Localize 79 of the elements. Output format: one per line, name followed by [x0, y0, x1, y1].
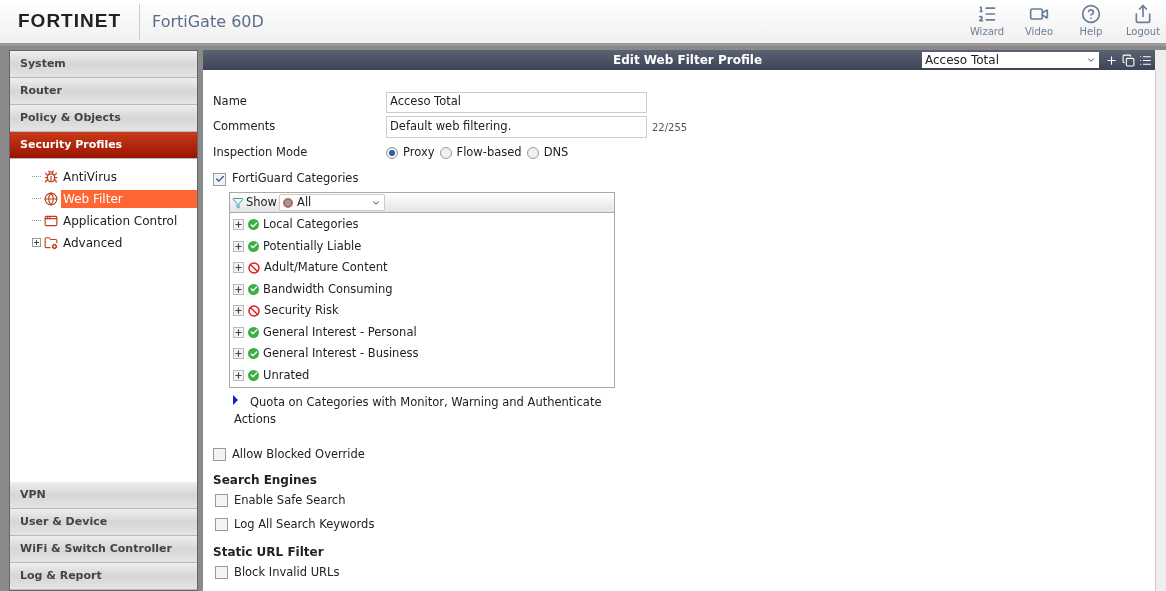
radio-button[interactable]	[439, 147, 452, 159]
tree-item[interactable]: Advanced	[61, 233, 197, 252]
expand-icon[interactable]	[233, 240, 244, 252]
category-label[interactable]: Bandwidth Consuming	[263, 280, 393, 298]
video-button[interactable]: Video	[1018, 4, 1060, 39]
scrollbar[interactable]	[1155, 70, 1166, 591]
category-label[interactable]: General Interest - Personal	[263, 323, 417, 341]
numbered-list-icon	[977, 4, 997, 24]
add-icon[interactable]	[1105, 53, 1118, 67]
clone-icon[interactable]	[1122, 53, 1135, 67]
checkbox[interactable]	[213, 172, 226, 186]
tree-item[interactable]: Application Control	[61, 211, 197, 230]
panel-title: Edit Web Filter Profile	[613, 52, 763, 69]
expand-icon[interactable]	[233, 369, 244, 381]
radio-label: Proxy	[403, 144, 435, 162]
category-label[interactable]: Potentially Liable	[263, 237, 362, 255]
device-name: FortiGate 60D	[151, 10, 265, 33]
expand-arrow-icon[interactable]	[233, 395, 238, 405]
character-count: 22/255	[652, 120, 688, 135]
checkbox-label: Enable Safe Search	[234, 491, 346, 509]
quota-expander[interactable]: Quota on Categories with Monitor, Warning and Authenticate Actions	[234, 394, 629, 429]
section-heading: Search Engines	[213, 471, 318, 489]
menu-section[interactable]: Router	[10, 78, 197, 105]
menu-section[interactable]: Policy & Objects	[10, 105, 197, 132]
show-select[interactable]: All	[279, 194, 386, 211]
menu-section[interactable]: VPN	[10, 482, 197, 509]
expand-icon[interactable]	[233, 219, 244, 231]
checkbox[interactable]	[215, 518, 228, 531]
category-label[interactable]: General Interest - Business	[263, 345, 419, 363]
expand-icon[interactable]	[32, 238, 41, 247]
category-label[interactable]: Security Risk	[264, 302, 339, 320]
field-label: Comments	[213, 118, 277, 136]
checkbox[interactable]	[213, 448, 226, 461]
bug-icon	[44, 169, 58, 184]
window-icon	[44, 213, 58, 228]
scrollbar[interactable]	[1155, 50, 1166, 70]
filter-icon	[232, 196, 244, 209]
expand-icon[interactable]	[233, 326, 244, 338]
checkbox-label: Allow Blocked Override	[232, 445, 365, 463]
help-icon	[1081, 4, 1101, 24]
field-label: Inspection Mode	[213, 144, 309, 162]
menu-section[interactable]: System	[10, 51, 197, 78]
menu-section[interactable]: Log & Report	[10, 563, 197, 590]
wizard-button[interactable]: Wizard	[966, 4, 1008, 39]
checkbox[interactable]	[215, 566, 228, 579]
field-label: Name	[213, 93, 248, 111]
folder-icon	[44, 235, 58, 250]
checkbox-label: FortiGuard Categories	[232, 170, 359, 188]
menu-section[interactable]: User & Device	[10, 509, 197, 536]
name-field[interactable]: Acceso Total	[386, 91, 647, 113]
help-button[interactable]: Help	[1070, 4, 1112, 39]
logo: FORTINET	[17, 9, 122, 34]
dropdown-icon	[1086, 55, 1096, 65]
menu-section[interactable]: Security Profiles	[10, 132, 197, 159]
profile-select[interactable]: Acceso Total	[922, 52, 1099, 68]
comments-field[interactable]: Default web filtering.	[386, 116, 647, 138]
share-icon	[1133, 4, 1153, 24]
expand-icon[interactable]	[233, 305, 244, 317]
globe-icon	[44, 191, 58, 206]
checkbox-label: Log All Search Keywords	[234, 515, 375, 533]
tree-item[interactable]: AntiVirus	[61, 167, 197, 186]
radio-label: DNS	[543, 144, 569, 162]
expand-icon[interactable]	[233, 262, 244, 274]
category-label[interactable]: Unrated	[263, 366, 310, 384]
checkbox[interactable]	[215, 494, 228, 507]
expand-icon[interactable]	[233, 283, 244, 295]
category-label[interactable]: Local Categories	[263, 216, 359, 234]
radio-button[interactable]	[386, 147, 398, 159]
category-label[interactable]: Adult/Mature Content	[264, 259, 388, 277]
radio-label: Flow-based	[456, 144, 522, 162]
all-icon	[283, 197, 294, 208]
show-label: Show	[246, 193, 278, 211]
menu-section[interactable]: WiFi & Switch Controller	[10, 536, 197, 563]
expand-icon[interactable]	[233, 348, 244, 360]
list-icon[interactable]	[1139, 53, 1152, 67]
logout-button[interactable]: Logout	[1122, 4, 1164, 39]
checkbox-label: Block Invalid URLs	[234, 563, 340, 581]
radio-button[interactable]	[526, 147, 539, 159]
section-heading: Static URL Filter	[213, 543, 325, 561]
